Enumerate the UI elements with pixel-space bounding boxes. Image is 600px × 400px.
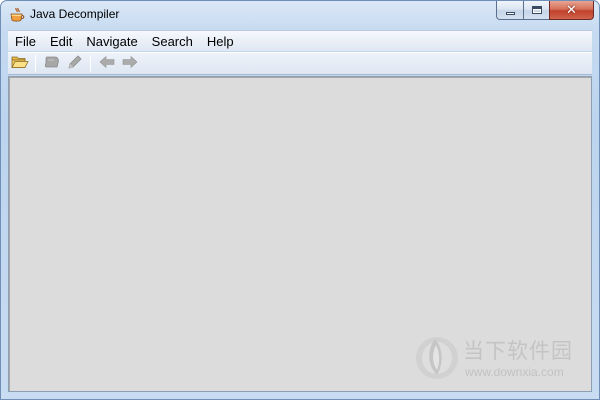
coffee-cup-icon[interactable] [9,7,25,23]
open-file-button[interactable] [9,54,31,74]
class-icon [43,54,61,74]
open-type-button[interactable] [41,54,63,74]
watermark-logo-icon [413,331,461,381]
search-button[interactable] [64,54,86,74]
forward-button[interactable] [119,54,141,74]
watermark-url: www.downxia.com [465,365,564,379]
menu-navigate[interactable]: Navigate [79,32,144,51]
arrow-right-icon [121,54,139,74]
menu-edit[interactable]: Edit [43,32,79,51]
window-title: Java Decompiler [30,7,120,21]
app-window: Java Decompiler ✕ File Edit Navigate Sea… [0,0,600,400]
menu-bar: File Edit Navigate Search Help [8,30,592,51]
back-button[interactable] [96,54,118,74]
close-button[interactable]: ✕ [549,1,594,20]
arrow-left-icon [98,54,116,74]
toolbar-separator [35,55,36,72]
pencil-icon [66,54,84,74]
toolbar-separator [90,55,91,72]
caption-buttons: ✕ [496,1,594,21]
menu-file[interactable]: File [8,32,43,51]
maximize-icon [531,6,542,14]
watermark: 当下软件园 www.downxia.com [413,331,593,383]
watermark-title: 当下软件园 [463,339,573,363]
open-folder-icon [11,54,29,74]
minimize-button[interactable] [496,1,523,20]
menu-search[interactable]: Search [145,32,200,51]
minimize-icon [505,11,515,15]
maximize-button[interactable] [523,1,549,20]
toolbar [8,52,592,75]
close-icon: ✕ [566,2,577,18]
menu-help[interactable]: Help [200,32,241,51]
title-bar[interactable]: Java Decompiler ✕ [1,1,599,29]
